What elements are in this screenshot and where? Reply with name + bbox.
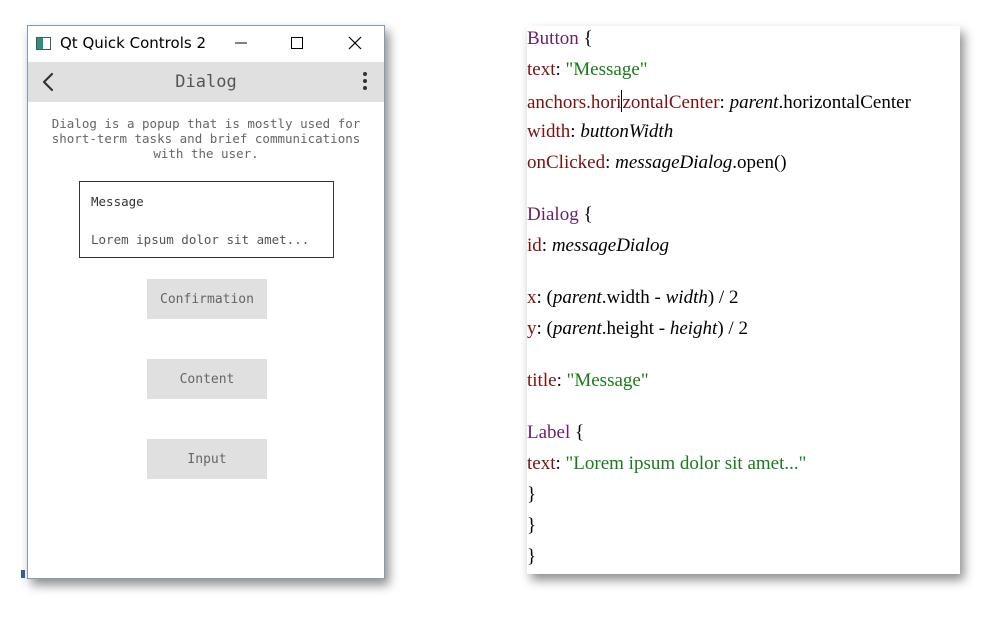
content-button[interactable]: Content xyxy=(147,359,267,399)
minimize-icon xyxy=(235,42,247,44)
code-line: text: "Message" xyxy=(527,59,648,80)
maximize-icon xyxy=(291,37,303,49)
more-vertical-icon[interactable] xyxy=(358,70,372,94)
code-line: } xyxy=(527,484,537,505)
page-title: Dialog xyxy=(175,72,237,92)
close-icon xyxy=(348,36,362,50)
qt-app-window: Qt Quick Controls 2 Dialog Dialog is a p xyxy=(27,25,385,579)
page-description: Dialog is a popup that is mostly used fo… xyxy=(51,116,361,161)
window-titlebar[interactable]: Qt Quick Controls 2 xyxy=(28,26,384,62)
code-line: Label { xyxy=(527,422,585,443)
code-line: } xyxy=(527,546,537,567)
message-dialog-preview: Message Lorem ipsum dolor sit amet... xyxy=(79,181,334,258)
code-line: } xyxy=(527,515,537,536)
code-panel: Button { text: "Message" anchors.horizon… xyxy=(527,26,960,574)
code-line: text: "Lorem ipsum dolor sit amet..." xyxy=(527,453,807,474)
code-line: Dialog { xyxy=(527,204,593,225)
code-line: title: "Message" xyxy=(527,370,649,391)
code-line: x: (parent.width - width) / 2 xyxy=(527,287,739,308)
confirmation-button[interactable]: Confirmation xyxy=(147,279,267,319)
code-line: Button { xyxy=(527,28,593,49)
window-title: Qt Quick Controls 2 xyxy=(60,34,206,52)
code-line: anchors.horizontalCenter: parent.horizon… xyxy=(527,90,911,113)
dialog-text: Lorem ipsum dolor sit amet... xyxy=(91,232,310,247)
input-button[interactable]: Input xyxy=(147,439,267,479)
dialog-title: Message xyxy=(91,194,144,209)
maximize-button[interactable] xyxy=(273,26,321,60)
code-line: y: (parent.height - height) / 2 xyxy=(527,318,748,339)
close-button[interactable] xyxy=(331,26,379,60)
app-icon xyxy=(36,37,51,50)
code-line: id: messageDialog xyxy=(527,235,669,256)
code-line: width: buttonWidth xyxy=(527,121,674,142)
code-line: onClicked: messageDialog.open() xyxy=(527,152,787,173)
decorative-mark xyxy=(21,570,25,578)
app-toolbar: Dialog xyxy=(28,62,384,102)
minimize-button[interactable] xyxy=(217,26,265,60)
